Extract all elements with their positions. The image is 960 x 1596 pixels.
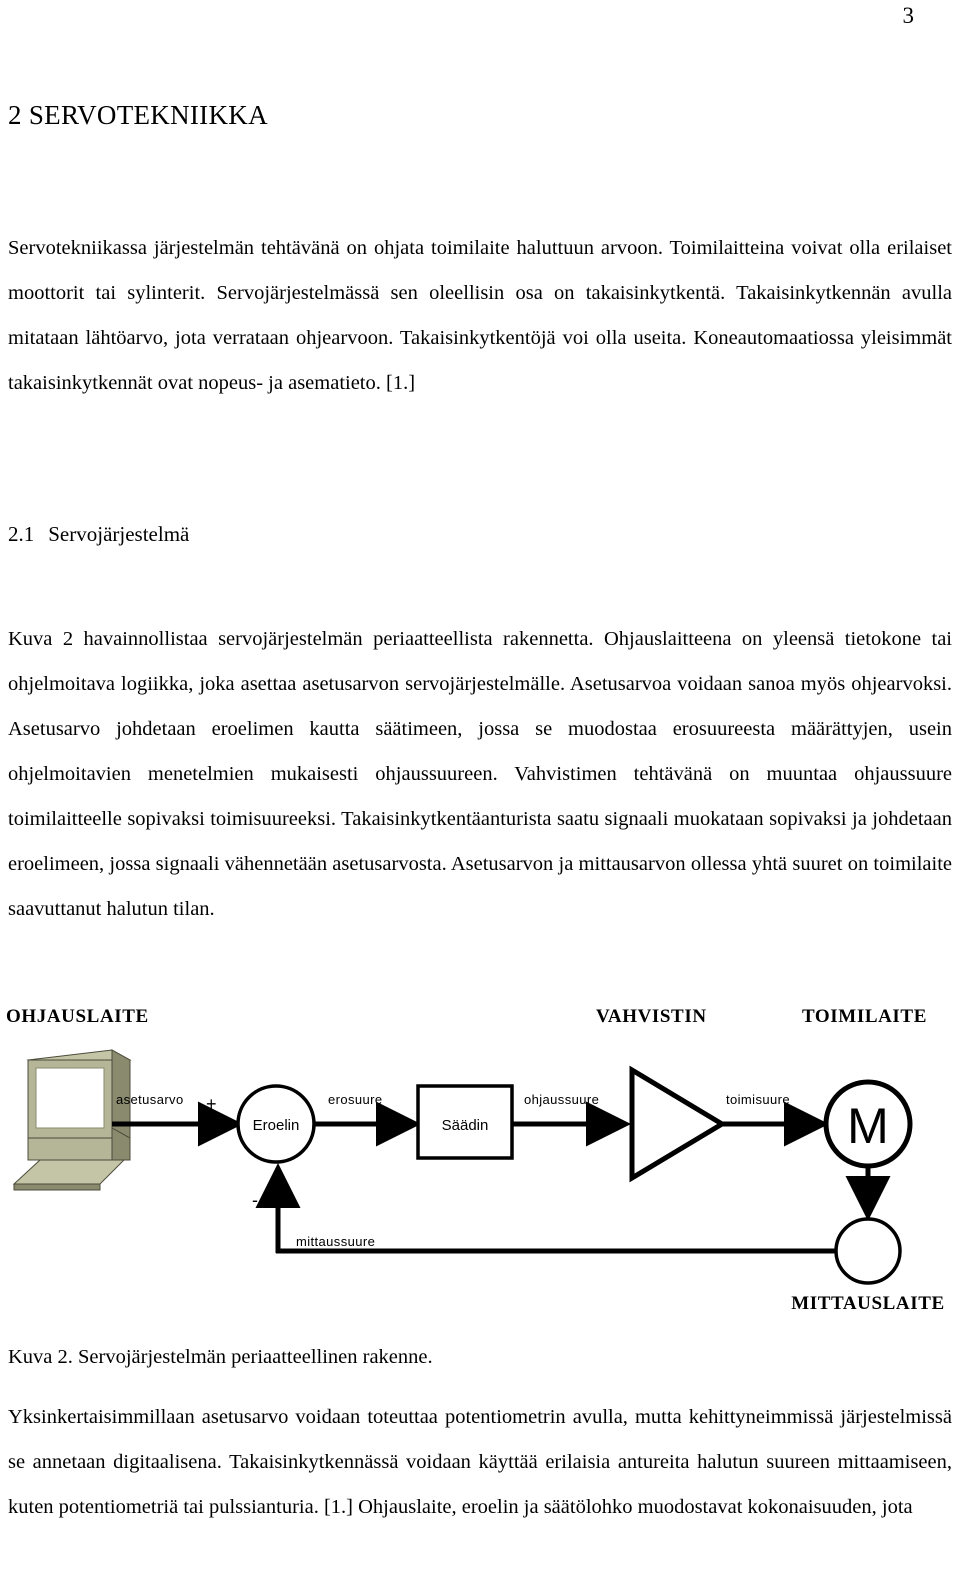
figure-signal-setpoint: asetusarvo: [116, 1092, 184, 1107]
section-heading-number: 2.1: [8, 522, 35, 546]
servo-system-diagram: OHJAUSLAITE VAHVISTIN TOIMILAITE asetusa…: [0, 998, 960, 1323]
figure-node-motor-label: M: [847, 1098, 889, 1154]
section-heading-title: Servojärjestelmä: [48, 522, 190, 546]
figure-sign-plus: +: [206, 1094, 217, 1114]
paragraph-1: Servotekniikassa järjestelmän tehtävänä …: [8, 237, 952, 394]
figure-signal-measurement: mittaussuure: [296, 1234, 375, 1249]
figure-signal-actuating: toimisuure: [726, 1092, 790, 1107]
figure-signal-error: erosuure: [328, 1092, 383, 1107]
paragraph-2: Kuva 2 havainnollistaa servojärjestelmän…: [8, 628, 952, 920]
figure-label-actuator: TOIMILAITE: [802, 1006, 927, 1027]
section-heading: 2.1 Servojärjestelmä: [8, 522, 189, 547]
figure-node-sensor: [834, 1217, 902, 1285]
page-number: 3: [902, 3, 915, 28]
computer-icon: [12, 1049, 132, 1191]
figure-node-regulator-label: Säädin: [442, 1117, 489, 1134]
figure-sign-minus: -: [252, 1190, 258, 1210]
figure-node-amplifier: [629, 1065, 727, 1183]
figure-label-controller: OHJAUSLAITE: [6, 1006, 149, 1027]
document-page: 3 2 SERVOTEKNIIKKA Servotekniikassa järj…: [0, 0, 960, 1596]
figure-node-summing-junction-label: Eroelin: [253, 1117, 300, 1134]
figure-label-sensor: MITTAUSLAITE: [791, 1293, 945, 1314]
paragraph-4: Yksinkertaisimmillaan asetusarvo voidaan…: [8, 1406, 952, 1518]
figure-caption: Kuva 2. Servojärjestelmän periaatteellin…: [8, 1346, 433, 1368]
chapter-heading: 2 SERVOTEKNIIKKA: [8, 100, 268, 130]
figure-label-amplifier: VAHVISTIN: [596, 1006, 707, 1027]
figure-signal-control: ohjaussuure: [524, 1092, 599, 1107]
